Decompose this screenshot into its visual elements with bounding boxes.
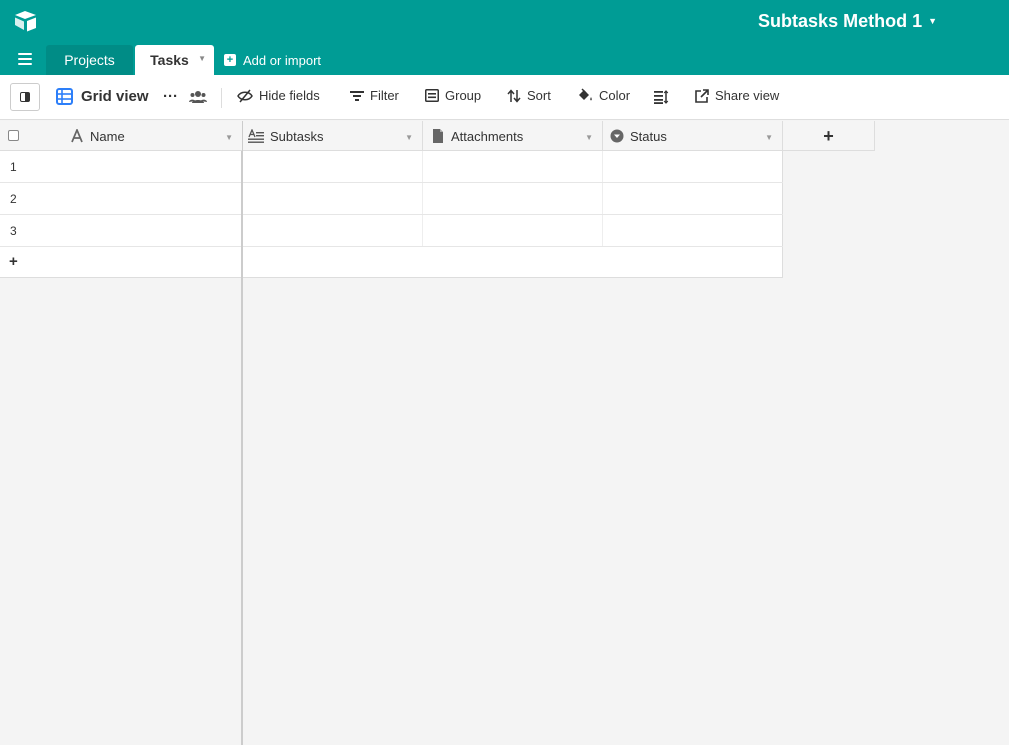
table-row [243, 215, 783, 247]
row-number: 2 [10, 192, 17, 206]
hide-fields-button[interactable]: Hide fields [237, 88, 320, 103]
group-label: Group [445, 88, 482, 103]
cell-attachments[interactable] [423, 151, 603, 182]
chevron-down-icon[interactable]: ▼ [198, 54, 206, 63]
cell-status[interactable] [603, 183, 783, 214]
add-column-button[interactable]: + [783, 121, 875, 151]
attachment-field-icon [433, 129, 443, 143]
sort-button[interactable]: Sort [507, 88, 551, 103]
plus-icon: + [224, 54, 236, 66]
cell-subtasks[interactable] [243, 215, 423, 246]
cell-subtasks[interactable] [243, 151, 423, 182]
sort-label: Sort [527, 88, 551, 103]
cell-status[interactable] [603, 151, 783, 182]
column-header-subtasks[interactable]: Subtasks ▼ [243, 121, 423, 151]
tab-label: Tasks [150, 52, 189, 68]
color-button[interactable]: Color [577, 88, 630, 103]
column-label: Attachments [451, 128, 524, 144]
single-select-field-icon [610, 129, 624, 143]
add-or-import-label: Add or import [243, 52, 322, 68]
airtable-logo-icon[interactable] [14, 10, 38, 32]
cell-subtasks[interactable] [243, 183, 423, 214]
view-switcher[interactable]: Grid view [56, 88, 149, 105]
filter-icon [350, 90, 364, 101]
base-title[interactable]: Subtasks Method 1 ▼ [758, 11, 937, 32]
chevron-down-icon: ▼ [928, 15, 937, 26]
table-row[interactable]: 3 [0, 215, 241, 247]
filter-button[interactable]: Filter [350, 88, 399, 103]
grid-view-icon [56, 88, 73, 105]
text-field-icon [71, 129, 83, 143]
column-label: Status [630, 128, 667, 144]
row-height-icon[interactable] [654, 90, 669, 104]
cell-attachments[interactable] [423, 215, 603, 246]
cell-attachments[interactable] [423, 183, 603, 214]
paint-bucket-icon [579, 88, 592, 101]
toolbar-divider [221, 88, 222, 108]
scroll-rows-pane [243, 151, 783, 278]
view-toolbar: Grid view ··· Hide fields Filter Group S… [0, 75, 1009, 120]
chevron-down-icon[interactable]: ▼ [225, 133, 233, 142]
column-label: Subtasks [270, 128, 324, 144]
chevron-down-icon[interactable]: ▼ [585, 133, 593, 142]
tab-label: Projects [64, 52, 115, 68]
add-row-button[interactable]: + [0, 247, 241, 278]
column-header-name[interactable]: Name ▼ [0, 121, 242, 151]
filter-label: Filter [370, 88, 399, 103]
scroll-header: Subtasks ▼ Attachments ▼ Status ▼ + [243, 121, 875, 151]
share-view-label: Share view [715, 88, 780, 103]
add-row-plus-icon: + [9, 253, 18, 270]
tab-projects[interactable]: Projects [46, 45, 133, 75]
table-row [243, 183, 783, 215]
top-bar: Subtasks Method 1 ▼ Projects Tasks ▼ + A… [0, 0, 1009, 75]
share-icon [695, 88, 709, 103]
color-label: Color [599, 88, 631, 103]
base-title-text: Subtasks Method 1 [758, 11, 923, 31]
hamburger-menu-icon[interactable] [18, 53, 32, 67]
hide-fields-icon [237, 89, 253, 102]
view-sidebar-toggle-button[interactable] [10, 83, 40, 111]
table-tabs: Projects Tasks ▼ + Add or import [0, 45, 1009, 75]
frozen-rows-pane: 1 2 3 + [0, 151, 242, 745]
add-or-import-button[interactable]: + Add or import [224, 45, 321, 75]
chevron-down-icon[interactable]: ▼ [765, 133, 773, 142]
group-icon [425, 89, 439, 102]
sidebar-icon [20, 92, 30, 102]
share-view-button[interactable]: Share view [695, 88, 779, 103]
column-header-attachments[interactable]: Attachments ▼ [423, 121, 603, 151]
hide-fields-label: Hide fields [259, 88, 320, 103]
chevron-down-icon[interactable]: ▼ [405, 133, 413, 142]
view-menu-more-icon[interactable]: ··· [163, 88, 178, 105]
column-header-status[interactable]: Status ▼ [603, 121, 783, 151]
view-name-label: Grid view [81, 88, 149, 105]
group-button[interactable]: Group [425, 88, 481, 103]
cell-status[interactable] [603, 215, 783, 246]
table-row[interactable]: 2 [0, 183, 241, 215]
long-text-field-icon [248, 129, 264, 143]
tab-tasks[interactable]: Tasks ▼ [135, 45, 214, 75]
row-number: 1 [10, 160, 17, 174]
frozen-column-divider [242, 121, 243, 745]
frozen-header: Name ▼ [0, 121, 242, 151]
row-number: 3 [10, 224, 17, 238]
table-row[interactable]: 1 [0, 151, 241, 183]
sort-icon [507, 88, 521, 103]
collaborators-icon[interactable] [189, 90, 207, 104]
add-row-area[interactable] [243, 247, 783, 278]
table-row [243, 151, 783, 183]
column-label: Name [90, 128, 125, 144]
